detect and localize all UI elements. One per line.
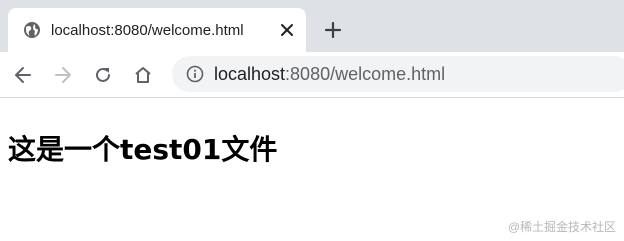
info-icon[interactable] <box>186 65 204 83</box>
back-arrow-icon[interactable] <box>11 63 35 87</box>
url-path: :8080/welcome.html <box>285 63 446 84</box>
browser-toolbar: localhost:8080/welcome.html <box>0 52 624 98</box>
globe-icon <box>23 21 41 39</box>
reload-icon[interactable] <box>91 63 115 87</box>
tab-title: localhost:8080/welcome.html <box>51 21 244 39</box>
watermark-text: @稀土掘金技术社区 <box>507 220 616 234</box>
url-text[interactable]: localhost:8080/welcome.html <box>214 64 445 85</box>
close-icon[interactable] <box>278 21 296 39</box>
address-bar[interactable]: localhost:8080/welcome.html <box>172 56 624 92</box>
tab-welcome[interactable]: localhost:8080/welcome.html <box>8 8 306 52</box>
forward-arrow-icon[interactable] <box>51 63 75 87</box>
new-tab-plus-icon[interactable] <box>322 19 344 41</box>
tab-strip: localhost:8080/welcome.html <box>0 0 624 52</box>
page-heading: 这是一个test01文件 <box>8 133 278 166</box>
url-host: localhost <box>214 63 286 84</box>
page-content: 这是一个test01文件 @稀土掘金技术社区 <box>0 98 624 241</box>
home-icon[interactable] <box>131 63 155 87</box>
